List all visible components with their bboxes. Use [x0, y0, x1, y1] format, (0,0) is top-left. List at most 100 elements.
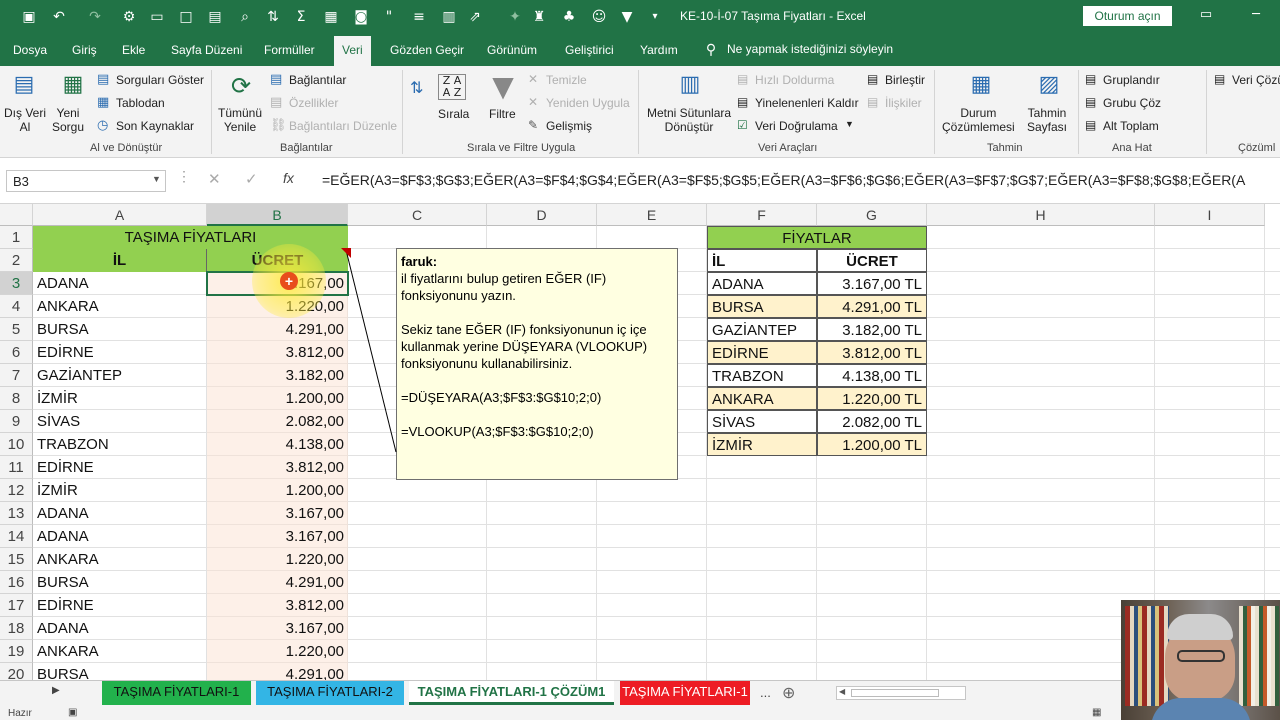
row-header-6[interactable]: 6 — [0, 341, 33, 364]
sum-icon[interactable]: Σ — [292, 8, 310, 26]
price-ucret[interactable]: 3.182,00 TL — [817, 318, 927, 341]
row-header-1[interactable]: 1 — [0, 226, 33, 249]
cell-ucret[interactable]: 4.291,00 — [207, 318, 348, 341]
table-icon[interactable]: ▦ — [322, 8, 340, 26]
cell-il[interactable]: ANKARA — [33, 640, 207, 663]
tahmin-sayfasi-button[interactable]: Tahmin Sayfası — [1027, 106, 1067, 134]
sorgulari-goster-button[interactable]: Sorguları Göster — [116, 73, 204, 87]
row-header-7[interactable]: 7 — [0, 364, 33, 387]
cell-il[interactable]: BURSA — [33, 318, 207, 341]
cell-ucret[interactable]: 3.167,00 — [207, 502, 348, 525]
macro-record-icon[interactable]: ▣ — [68, 707, 77, 718]
ozellikler-button[interactable]: Özellikler — [289, 96, 338, 110]
price-il[interactable]: İZMİR — [707, 433, 817, 456]
add-sheet-icon[interactable]: ⊕ — [782, 683, 795, 703]
column-header-d[interactable]: D — [487, 204, 597, 226]
gelismis-button[interactable]: Gelişmiş — [546, 119, 592, 133]
tab-gelistirici[interactable]: Geliştirici — [565, 43, 614, 57]
sort-az-icon[interactable]: ⇅ — [410, 78, 423, 97]
horizontal-scrollbar[interactable]: ◀ — [836, 686, 966, 700]
formula-input[interactable]: =EĞER(A3=$F$3;$G$3;EĞER(A3=$F$4;$G$4;EĞE… — [322, 172, 1245, 188]
veri-dogrulama-dropdown-icon[interactable]: ▼ — [845, 119, 854, 129]
cell-ucret[interactable]: 1.200,00 — [207, 479, 348, 502]
cell-il[interactable]: EDİRNE — [33, 456, 207, 479]
cell-ucret[interactable]: 1.200,00 — [207, 387, 348, 410]
new-document-icon[interactable]: □ — [177, 8, 195, 26]
cell-il[interactable]: İZMİR — [33, 387, 207, 410]
alt-toplam-button[interactable]: Alt Toplam — [1103, 119, 1159, 133]
column-header-f[interactable]: F — [707, 204, 817, 226]
undo-icon[interactable]: ↶ — [50, 8, 68, 26]
cell-ucret[interactable]: 4.291,00 — [207, 571, 348, 594]
cell-il[interactable]: TRABZON — [33, 433, 207, 456]
enter-icon[interactable]: ✓ — [245, 170, 258, 188]
cell-il[interactable]: BURSA — [33, 663, 207, 680]
minimize-icon[interactable]: ─ — [1246, 7, 1266, 25]
open-folder-icon[interactable]: ▭ — [148, 8, 166, 26]
price-il[interactable]: SİVAS — [707, 410, 817, 433]
temizle-button[interactable]: Temizle — [546, 73, 587, 87]
price-ucret[interactable]: 2.082,00 TL — [817, 410, 927, 433]
save-icon[interactable]: ▣ — [20, 8, 38, 26]
cell-il[interactable]: ADANA — [33, 617, 207, 640]
form-icon[interactable]: ▤ — [206, 8, 224, 26]
scroll-tabs-right-icon[interactable]: ▶ — [52, 685, 60, 696]
sheet-tab[interactable]: TAŞIMA FİYATLARI-1 — [620, 681, 750, 705]
row-header-2[interactable]: 2 — [0, 249, 33, 272]
cell-ucret[interactable]: 3.167,00 — [207, 617, 348, 640]
cell-il[interactable]: ANKARA — [33, 548, 207, 571]
dis-veri-al-button[interactable]: Dış Veri Al — [4, 106, 46, 134]
son-kaynaklar-button[interactable]: Son Kaynaklar — [116, 119, 194, 133]
cell-il[interactable]: ADANA — [33, 525, 207, 548]
insert-function-icon[interactable]: fx — [283, 170, 294, 186]
gruplandir-button[interactable]: Gruplandır — [1103, 73, 1160, 87]
veri-dogrulama-button[interactable]: Veri Doğrulama — [755, 119, 838, 133]
cancel-icon[interactable]: ✕ — [208, 170, 221, 188]
row-header-5[interactable]: 5 — [0, 318, 33, 341]
row-header-3[interactable]: 3 — [0, 272, 33, 295]
print-preview-icon[interactable]: ⌕ — [236, 8, 254, 26]
cell-ucret[interactable]: 3.182,00 — [207, 364, 348, 387]
cell-ucret[interactable]: 3.167,00 — [207, 525, 348, 548]
align-icon[interactable]: ≡ — [410, 8, 428, 26]
tumunu-yenile-button[interactable]: Tümünü Yenile — [218, 106, 262, 134]
tab-veri[interactable]: Veri — [334, 36, 371, 66]
price-il[interactable]: ADANA — [707, 272, 817, 295]
baglantilar-button[interactable]: Bağlantılar — [289, 73, 346, 87]
price-ucret[interactable]: 3.167,00 TL — [817, 272, 927, 295]
price-ucret[interactable]: 1.220,00 TL — [817, 387, 927, 410]
select-all-corner[interactable] — [0, 204, 33, 226]
cell-il[interactable]: EDİRNE — [33, 594, 207, 617]
more-sheets-icon[interactable]: ... — [760, 685, 771, 700]
yeniden-uygula-button[interactable]: Yeniden Uygula — [546, 96, 630, 110]
cell-il[interactable]: ADANA — [33, 502, 207, 525]
price-il[interactable]: EDİRNE — [707, 341, 817, 364]
row-header-13[interactable]: 13 — [0, 502, 33, 525]
ribbon-display-icon[interactable]: ▭ — [1196, 7, 1216, 25]
durum-cozumlemesi-button[interactable]: Durum Çözümlemesi — [942, 106, 1015, 134]
sheet-tab[interactable]: TAŞIMA FİYATLARI-1 — [102, 681, 251, 705]
name-box[interactable]: B3 — [6, 170, 166, 192]
cell-ucret[interactable]: 3.812,00 — [207, 594, 348, 617]
price-ucret[interactable]: 4.291,00 TL — [817, 295, 927, 318]
filtre-button[interactable]: Filtre — [489, 107, 516, 121]
cell-ucret[interactable]: 2.082,00 — [207, 410, 348, 433]
cell-ucret[interactable]: 3.812,00 — [207, 456, 348, 479]
row-header-16[interactable]: 16 — [0, 571, 33, 594]
row-header-14[interactable]: 14 — [0, 525, 33, 548]
veri-cozumle-button[interactable]: Veri Çözü — [1232, 73, 1280, 87]
row-header-17[interactable]: 17 — [0, 594, 33, 617]
row-header-4[interactable]: 4 — [0, 295, 33, 318]
row-header-10[interactable]: 10 — [0, 433, 33, 456]
scrollbar-thumb[interactable] — [851, 689, 939, 697]
signin-button[interactable]: Oturum açın — [1083, 6, 1172, 26]
price-il[interactable]: ANKARA — [707, 387, 817, 410]
birlestir-button[interactable]: Birleştir — [885, 73, 925, 87]
column-header-i[interactable]: I — [1155, 204, 1265, 226]
quote-icon[interactable]: " — [380, 8, 398, 26]
price-il[interactable]: TRABZON — [707, 364, 817, 387]
sheet-tab[interactable]: TAŞIMA FİYATLARI-2 — [256, 681, 404, 705]
cell-il[interactable]: SİVAS — [33, 410, 207, 433]
column-header-c[interactable]: C — [348, 204, 487, 226]
row-header-11[interactable]: 11 — [0, 456, 33, 479]
